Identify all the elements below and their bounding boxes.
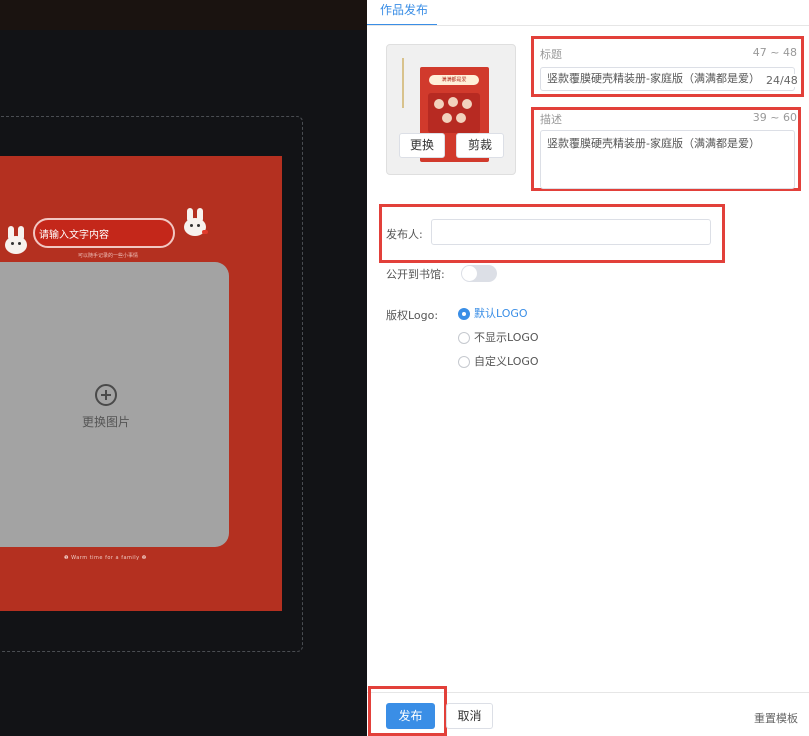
title-input[interactable]: 竖款覆膜硬壳精装册-家庭版（满满都是爱） (540, 67, 795, 91)
tab-divider (367, 25, 809, 26)
library-label: 公开到书馆: (386, 268, 445, 281)
reset-template-link[interactable]: 重置模板 (754, 710, 798, 726)
crop-cover-button[interactable]: 剪裁 (456, 133, 504, 158)
title-range: 47 ~ 48 (752, 46, 797, 59)
tab-publish[interactable]: 作品发布 (367, 0, 437, 26)
page-footer-text: ❶ Warm time for a family ❷ (64, 555, 147, 561)
change-image-label[interactable]: 更换图片 (82, 413, 130, 430)
description-range: 39 ~ 60 (752, 111, 797, 124)
sprig-decoration (402, 58, 416, 108)
radio-default-logo[interactable]: 默认LOGO (458, 306, 658, 322)
add-circle-icon[interactable] (95, 384, 117, 406)
bunny-right-decoration (182, 208, 208, 238)
publisher-input[interactable] (431, 219, 711, 245)
description-label: 描述 (540, 113, 562, 126)
radio-label: 自定义LOGO (474, 355, 539, 368)
family-photo (428, 93, 480, 133)
radio-custom-logo[interactable]: 自定义LOGO (458, 354, 658, 370)
cover-label: 满满都是爱 (429, 75, 479, 85)
description-textarea[interactable]: 竖款覆膜硬壳精装册-家庭版（满满都是爱） (540, 130, 795, 189)
cancel-button[interactable]: 取消 (446, 703, 493, 729)
bunny-left-decoration (3, 226, 29, 256)
radio-no-logo[interactable]: 不显示LOGO (458, 330, 658, 346)
publisher-label: 发布人: (386, 228, 423, 241)
radio-dot-icon (458, 332, 470, 344)
title-label: 标题 (540, 48, 562, 61)
text-placeholder[interactable]: 请输入文字内容 (39, 226, 109, 241)
text-subcaption: 可以随手记录的一些小事情 (78, 253, 139, 259)
radio-label: 默认LOGO (474, 307, 528, 320)
replace-cover-button[interactable]: 更换 (399, 133, 445, 158)
radio-dot-icon (458, 356, 470, 368)
photo-slot[interactable] (0, 262, 229, 547)
publish-panel: 作品发布 满满都是爱 更换 剪裁 标题 47 ~ 48 竖款覆膜硬壳精装册-家庭… (367, 0, 809, 736)
radio-dot-icon (458, 308, 470, 320)
library-toggle[interactable] (461, 265, 497, 282)
logo-label: 版权Logo: (386, 309, 439, 322)
publish-button[interactable]: 发布 (386, 703, 435, 729)
editor-canvas: 请输入文字内容 可以随手记录的一些小事情 更换图片 ❶ Warm time fo… (0, 0, 367, 736)
canvas-toolbar (0, 0, 367, 30)
title-char-counter: 24/48 (763, 74, 798, 87)
radio-label: 不显示LOGO (474, 331, 539, 344)
